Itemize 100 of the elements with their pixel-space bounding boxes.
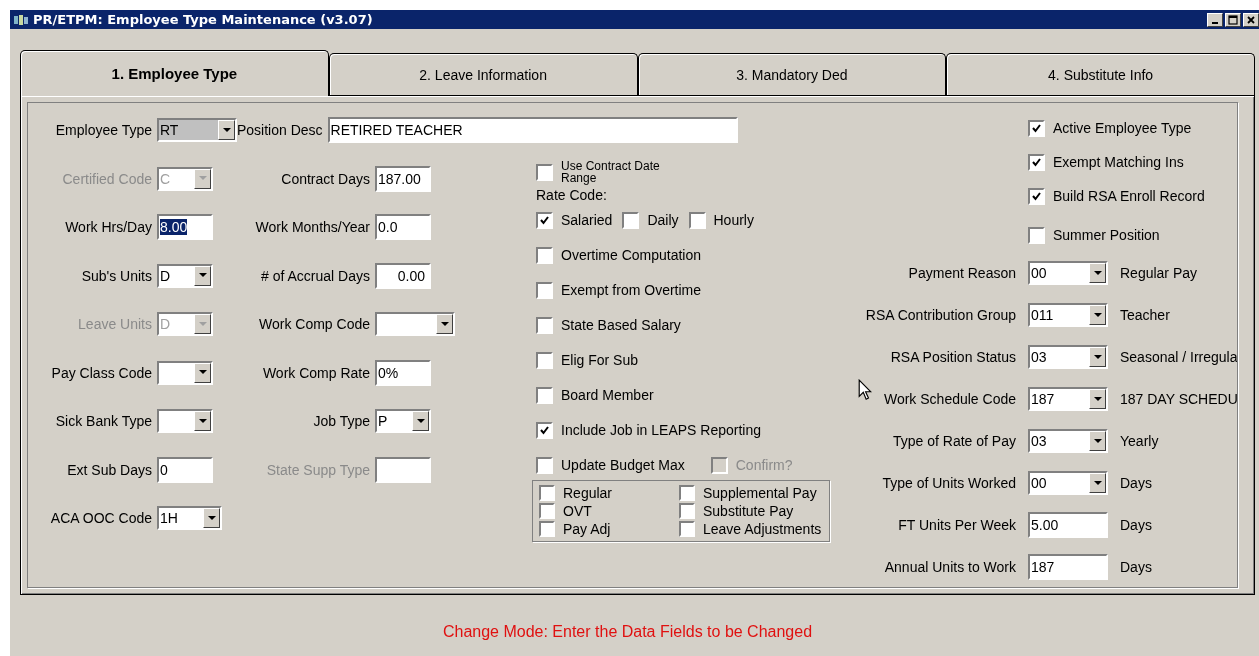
checkbox[interactable] [688, 211, 706, 229]
text-field[interactable]: 0.0 [375, 214, 431, 241]
minimize-button[interactable] [1207, 12, 1223, 27]
dropdown-arrow-icon [440, 321, 449, 327]
field-description: Days [1120, 559, 1152, 575]
dropdown[interactable]: 1H [157, 506, 222, 531]
text-field[interactable]: RETIRED TEACHER [327, 117, 738, 144]
checkbox[interactable] [539, 485, 555, 501]
tab[interactable]: 1. Employee Type [20, 50, 329, 96]
checkbox-label: Supplemental Pay [703, 485, 817, 501]
text-field[interactable]: 187 [1028, 554, 1108, 580]
text-field[interactable]: 187.00 [375, 165, 431, 192]
text-field[interactable] [375, 456, 431, 483]
field-description: Regular Pay [1120, 265, 1198, 281]
app-icon [13, 13, 29, 26]
dropdown[interactable] [157, 409, 213, 434]
tab[interactable]: 4. Substitute Info [946, 53, 1255, 95]
field-label: Type of Units Worked [881, 475, 1016, 491]
field-label: Ext Sub Days [66, 461, 152, 478]
dropdown-arrow-icon [198, 321, 207, 327]
dropdown[interactable]: 03 [1028, 429, 1108, 453]
field-label: Work Comp Rate [261, 364, 370, 381]
checkbox[interactable] [622, 211, 640, 229]
field-description: Yearly [1120, 433, 1159, 449]
dropdown[interactable] [157, 360, 213, 385]
field-label: Annual Units to Work [883, 559, 1016, 575]
checkbox-label: Substitute Pay [703, 503, 794, 519]
dropdown-arrow-icon [198, 418, 207, 424]
dropdown[interactable] [375, 312, 455, 337]
checkbox[interactable] [539, 503, 555, 519]
text-field[interactable]: 5.00 [1028, 512, 1108, 538]
checkbox[interactable] [536, 163, 553, 181]
checkbox[interactable] [1028, 119, 1045, 137]
dropdown-arrow-icon [1093, 438, 1102, 444]
dropdown-arrow-icon [198, 273, 207, 279]
checkbox-label: State Based Salary [561, 317, 681, 333]
checkbox[interactable] [536, 316, 553, 334]
checkbox-label: Summer Position [1053, 227, 1160, 243]
tab[interactable]: 3. Mandatory Ded [637, 53, 947, 95]
dropdown-arrow-icon [198, 370, 207, 376]
maximize-button[interactable] [1225, 12, 1241, 27]
dropdown[interactable]: RT [157, 118, 237, 143]
field-label: Certified Code [61, 170, 152, 187]
field-label: Pay Class Code [50, 364, 152, 381]
checkbox[interactable] [679, 485, 695, 501]
field-label: Job Type [312, 413, 370, 430]
checkmark-icon [540, 215, 549, 225]
dropdown[interactable]: 03 [1028, 345, 1108, 369]
checkbox-label: Active Employee Type [1053, 120, 1192, 136]
text-field[interactable]: 0 [157, 456, 213, 483]
checkbox-label: Confirm? [735, 457, 793, 473]
checkbox[interactable] [536, 421, 553, 439]
close-button[interactable] [1243, 12, 1259, 27]
dropdown[interactable]: 00 [1028, 261, 1108, 285]
rate-code-label: Rate Code: [536, 187, 608, 203]
checkbox-label: Include Job in LEAPS Reporting [561, 422, 761, 438]
field-label: FT Units Per Week [897, 517, 1016, 533]
field-label: Sick Bank Type [54, 413, 152, 430]
checkbox-label: Overtime Computation [561, 247, 702, 263]
dropdown[interactable]: 187 [1028, 387, 1108, 411]
checkbox[interactable] [1028, 153, 1045, 171]
field-label: Payment Reason [907, 265, 1016, 281]
checkbox[interactable] [1028, 187, 1045, 205]
checkbox-label: Build RSA Enroll Record [1053, 188, 1205, 204]
text-field[interactable]: 8.00 [157, 214, 213, 241]
minimize-icon [1212, 21, 1218, 24]
checkbox-label: Exempt Matching Ins [1053, 154, 1184, 170]
checkbox[interactable] [536, 211, 553, 229]
field-label: Position Desc [237, 122, 323, 139]
checkbox-label: Daily [647, 212, 679, 228]
checkbox-label: Use Contract Date Range [561, 160, 661, 184]
text-field[interactable]: 0% [375, 359, 431, 386]
dropdown[interactable]: 00 [1028, 471, 1108, 495]
checkmark-icon [1032, 123, 1041, 133]
checkbox[interactable] [1028, 226, 1045, 244]
checkbox[interactable] [536, 386, 553, 404]
checkbox[interactable] [536, 456, 553, 474]
checkbox-label: Board Member [561, 387, 654, 403]
checkmark-icon [540, 425, 549, 435]
dropdown[interactable]: D [157, 263, 213, 288]
tab[interactable]: 2. Leave Information [328, 53, 638, 95]
field-label: Work Comp Code [258, 316, 370, 333]
field-description: Teacher [1120, 307, 1170, 323]
checkbox[interactable] [539, 521, 555, 537]
checkbox[interactable] [536, 246, 553, 264]
dropdown-arrow-icon [207, 515, 216, 521]
text-field[interactable]: 0.00 [375, 262, 431, 289]
checkbox-label: Exempt from Overtime [561, 282, 702, 298]
checkbox[interactable] [679, 503, 695, 519]
field-description: Seasonal / Irregula [1120, 349, 1238, 365]
dropdown[interactable]: P [375, 409, 431, 434]
checkbox[interactable] [679, 521, 695, 537]
dropdown[interactable]: 011 [1028, 303, 1108, 327]
field-label: RSA Contribution Group [864, 307, 1016, 323]
field-label: Type of Rate of Pay [892, 433, 1016, 449]
checkbox-label: Pay Adj [563, 521, 611, 537]
checkbox[interactable] [536, 281, 553, 299]
field-label: # of Accrual Days [260, 267, 370, 284]
checkbox[interactable] [536, 351, 553, 369]
checkbox-label: Elig For Sub [561, 352, 639, 368]
